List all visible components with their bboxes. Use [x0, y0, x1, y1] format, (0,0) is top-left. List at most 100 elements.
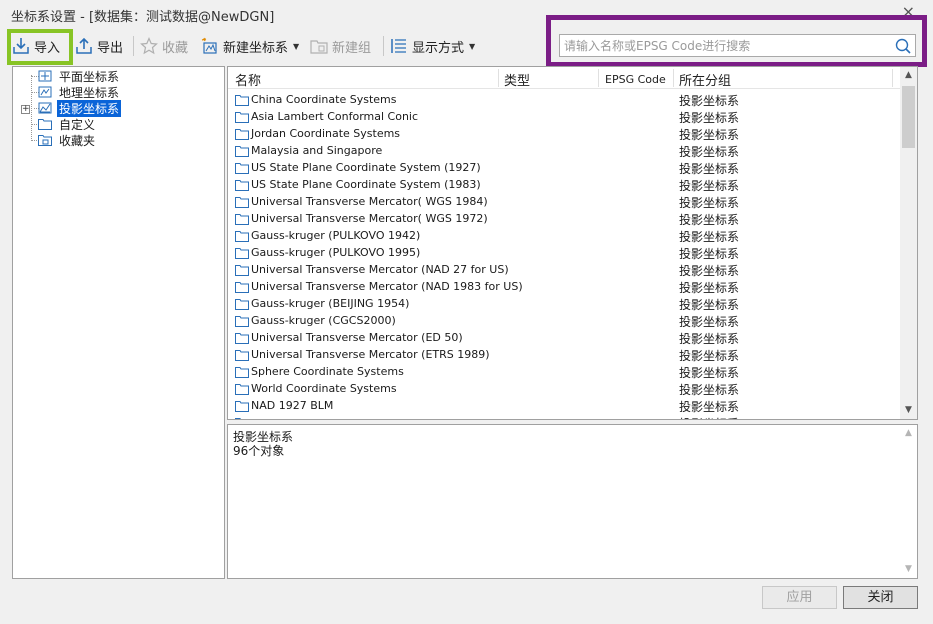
column-header-name[interactable]: 名称 — [235, 70, 261, 89]
display-mode-button[interactable]: 显示方式 ▼ — [390, 30, 475, 62]
table-row[interactable]: Gauss-kruger (CGCS2000) 投影坐标系 — [228, 313, 900, 330]
list-scrollbar[interactable]: ▲ ▼ — [900, 67, 917, 419]
toolbar-divider — [383, 36, 384, 56]
row-group: 投影坐标系 — [679, 111, 740, 125]
tree-item-geographic[interactable]: 地理坐标系 — [37, 84, 121, 100]
folder-icon — [235, 197, 249, 208]
folder-icon — [235, 401, 249, 412]
export-button[interactable]: 导出 — [75, 30, 123, 62]
row-name: Gauss-kruger (PULKOVO 1942) — [251, 229, 421, 242]
table-row[interactable]: 投影坐标系 — [228, 415, 900, 419]
export-icon — [75, 37, 93, 55]
row-group: 投影坐标系 — [679, 94, 740, 108]
tree-item-planar[interactable]: 平面坐标系 — [37, 68, 121, 84]
folder-icon — [235, 95, 249, 106]
window-title: 坐标系设置 - [数据集：测试数据@NewDGN] — [11, 10, 275, 25]
favorite-label: 收藏 — [162, 40, 189, 56]
row-group: 投影坐标系 — [679, 264, 740, 278]
row-group: 投影坐标系 — [679, 315, 740, 329]
table-row[interactable]: Gauss-kruger (PULKOVO 1995) 投影坐标系 — [228, 245, 900, 262]
tree-expand-toggle[interactable]: + — [21, 105, 30, 114]
row-group: 投影坐标系 — [679, 281, 740, 295]
crs-tree[interactable]: + 平面坐标系 地理坐标系 投影坐标系 自定义 收藏夹 — [12, 66, 225, 579]
tree-item-label: 平面坐标系 — [59, 69, 120, 84]
table-row[interactable]: China Coordinate Systems 投影坐标系 — [228, 92, 900, 109]
row-group: 投影坐标系 — [679, 162, 740, 176]
row-group: 投影坐标系 — [679, 366, 740, 380]
table-row[interactable]: Universal Transverse Mercator (NAD 27 fo… — [228, 262, 900, 279]
table-row[interactable]: Universal Transverse Mercator (NAD 1983 … — [228, 279, 900, 296]
crs-list[interactable]: 名称 类型 EPSG Code 所在分组 China Coordinate Sy… — [227, 66, 918, 420]
new-crs-label: 新建坐标系 — [223, 40, 289, 56]
folder-icon — [235, 299, 249, 310]
tree-item-custom[interactable]: 自定义 — [37, 116, 97, 132]
folder-icon — [235, 248, 249, 259]
column-divider[interactable] — [892, 69, 893, 87]
scroll-down-icon[interactable]: ▼ — [900, 402, 917, 419]
row-name: World Coordinate Systems — [251, 382, 397, 395]
search-input[interactable] — [560, 35, 890, 56]
row-name: Universal Transverse Mercator( WGS 1984) — [251, 195, 488, 208]
tree-item-projected[interactable]: 投影坐标系 — [37, 99, 122, 117]
table-row[interactable]: US State Plane Coordinate System (1983) 投… — [228, 177, 900, 194]
table-row[interactable]: Gauss-kruger (PULKOVO 1942) 投影坐标系 — [228, 228, 900, 245]
folder-icon — [235, 418, 241, 419]
table-row[interactable]: Universal Transverse Mercator (ED 50) 投影坐… — [228, 330, 900, 347]
row-group: 投影坐标系 — [679, 383, 740, 397]
scroll-up-icon[interactable]: ▲ — [900, 425, 917, 442]
table-row[interactable]: US State Plane Coordinate System (1927) 投… — [228, 160, 900, 177]
column-divider[interactable] — [673, 69, 674, 87]
new-crs-icon — [201, 37, 219, 55]
scroll-thumb[interactable] — [902, 86, 915, 148]
column-divider[interactable] — [598, 69, 599, 87]
table-row[interactable]: Malaysia and Singapore 投影坐标系 — [228, 143, 900, 160]
new-crs-button[interactable]: 新建坐标系 ▼ — [201, 30, 299, 62]
column-divider[interactable] — [498, 69, 499, 87]
row-group: 投影坐标系 — [679, 213, 740, 227]
info-count: 96个对象 — [233, 444, 285, 458]
table-row[interactable]: Sphere Coordinate Systems 投影坐标系 — [228, 364, 900, 381]
table-row[interactable]: Asia Lambert Conformal Conic 投影坐标系 — [228, 109, 900, 126]
tree-item-label: 投影坐标系 — [57, 99, 122, 117]
table-row[interactable]: NAD 1927 BLM 投影坐标系 — [228, 398, 900, 415]
table-row[interactable]: Gauss-kruger (BEIJING 1954) 投影坐标系 — [228, 296, 900, 313]
column-header-group[interactable]: 所在分组 — [679, 70, 731, 89]
tree-item-label: 地理坐标系 — [59, 85, 120, 100]
favorite-button[interactable]: 收藏 — [140, 30, 188, 62]
close-button[interactable]: 关闭 — [843, 586, 918, 609]
new-group-button[interactable]: 新建组 — [310, 30, 371, 62]
column-header-type[interactable]: 类型 — [504, 70, 530, 89]
search-box[interactable] — [559, 34, 916, 57]
row-name: Malaysia and Singapore — [251, 144, 383, 157]
folder-icon — [235, 163, 249, 174]
search-icon[interactable] — [894, 37, 912, 55]
row-group: 投影坐标系 — [679, 349, 740, 363]
new-group-icon — [310, 37, 328, 55]
row-name: Gauss-kruger (PULKOVO 1995) — [251, 246, 421, 259]
row-name: Universal Transverse Mercator (NAD 27 fo… — [251, 263, 509, 276]
folder-icon — [235, 367, 249, 378]
table-row[interactable]: Jordan Coordinate Systems 投影坐标系 — [228, 126, 900, 143]
chevron-down-icon: ▼ — [293, 41, 300, 51]
folder-icon — [235, 316, 249, 327]
tree-item-label: 收藏夹 — [59, 133, 96, 148]
table-row[interactable]: Universal Transverse Mercator (ETRS 1989… — [228, 347, 900, 364]
import-icon — [12, 37, 30, 55]
column-header-epsg[interactable]: EPSG Code — [605, 73, 666, 86]
import-button[interactable]: 导入 — [12, 30, 60, 62]
tree-item-favorites[interactable]: 收藏夹 — [37, 132, 97, 148]
scroll-up-icon[interactable]: ▲ — [900, 67, 917, 84]
scroll-down-icon[interactable]: ▼ — [900, 561, 917, 578]
table-row[interactable]: World Coordinate Systems 投影坐标系 — [228, 381, 900, 398]
table-row[interactable]: Universal Transverse Mercator( WGS 1984)… — [228, 194, 900, 211]
row-name: NAD 1927 BLM — [251, 399, 334, 412]
folder-icon — [235, 350, 249, 361]
folder-icon — [235, 214, 249, 225]
info-scrollbar[interactable]: ▲ ▼ — [900, 425, 917, 578]
row-name: Jordan Coordinate Systems — [251, 127, 401, 140]
row-group: 投影坐标系 — [679, 247, 740, 261]
table-row[interactable]: Universal Transverse Mercator( WGS 1972)… — [228, 211, 900, 228]
row-name: Gauss-kruger (BEIJING 1954) — [251, 297, 410, 310]
apply-button[interactable]: 应用 — [762, 586, 837, 609]
star-icon — [140, 37, 158, 55]
